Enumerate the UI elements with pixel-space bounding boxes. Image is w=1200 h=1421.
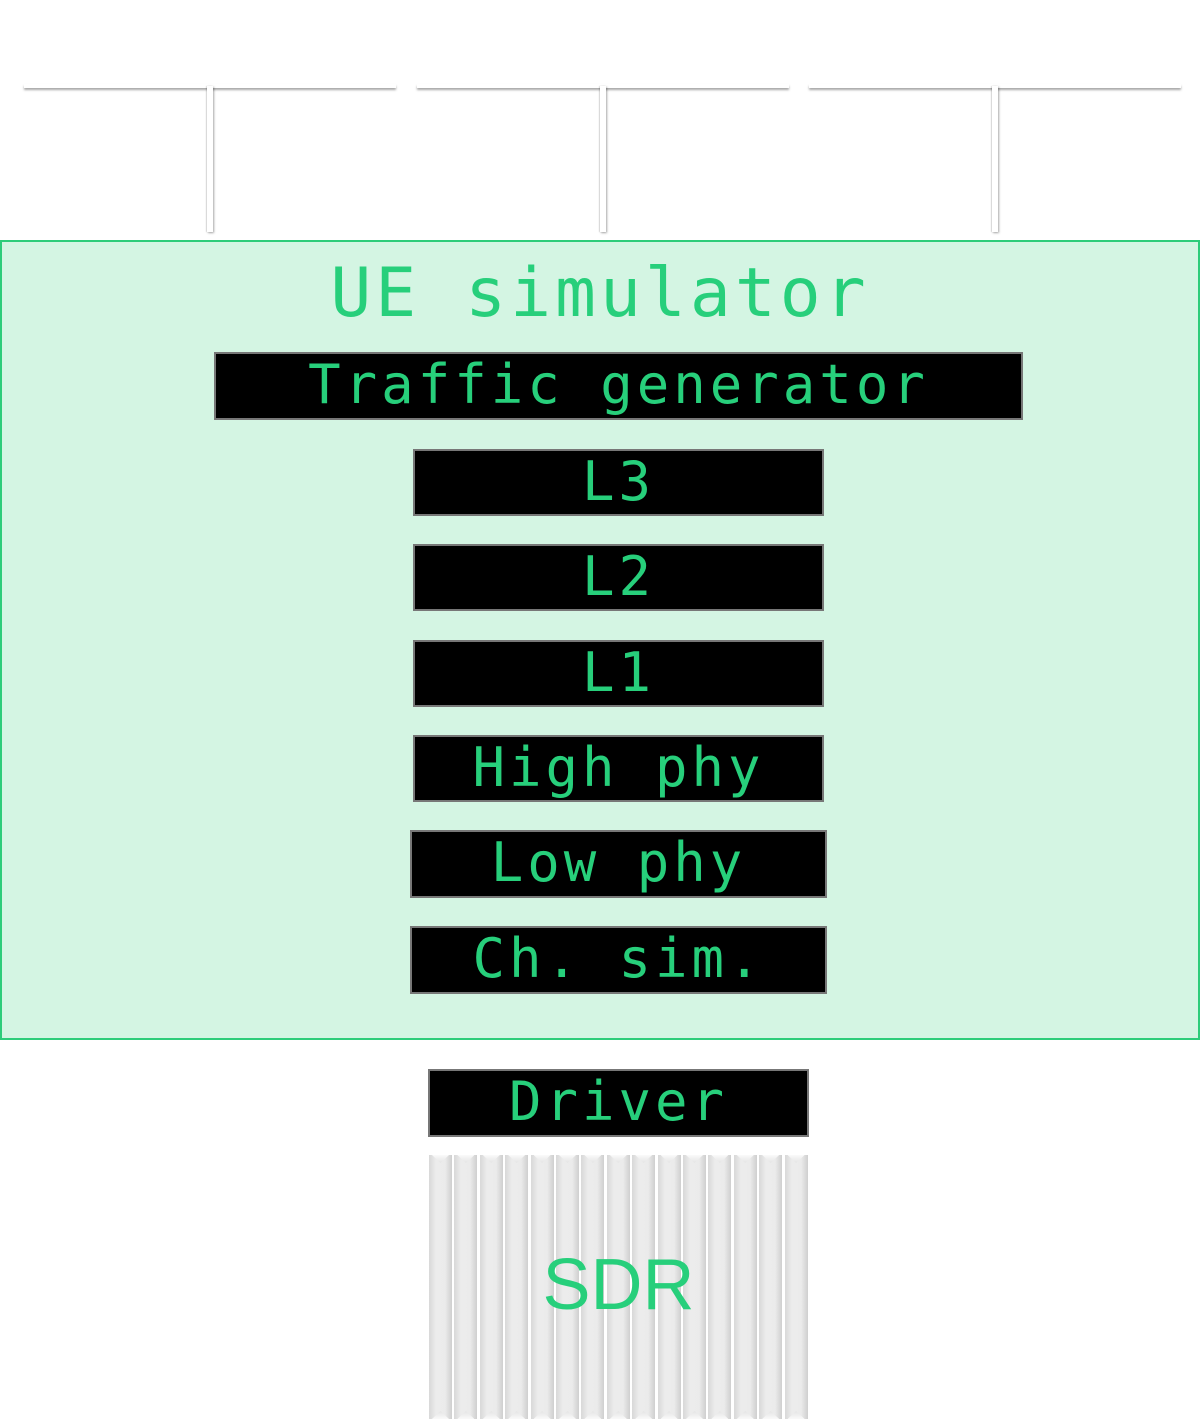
antenna-3 [809,84,1181,234]
layer-traffic-generator: Traffic generator [214,352,1023,420]
antenna-2 [417,84,789,234]
driver-box: Driver [428,1069,809,1137]
antenna-1 [24,84,396,234]
antenna-mast [207,86,213,232]
layer-low-phy: Low phy [410,830,827,898]
layer-l3: L3 [413,449,824,516]
layer-high-phy: High phy [413,735,824,802]
layer-l2: L2 [413,544,824,611]
sdr-device: SDR [428,1155,809,1419]
antenna-mast [992,86,998,232]
layer-ch-sim: Ch. sim. [410,926,827,994]
antenna-mast [600,86,606,232]
sdr-label: SDR [542,1245,695,1325]
ue-simulator-title: UE simulator [330,254,870,333]
layer-l1: L1 [413,640,824,707]
